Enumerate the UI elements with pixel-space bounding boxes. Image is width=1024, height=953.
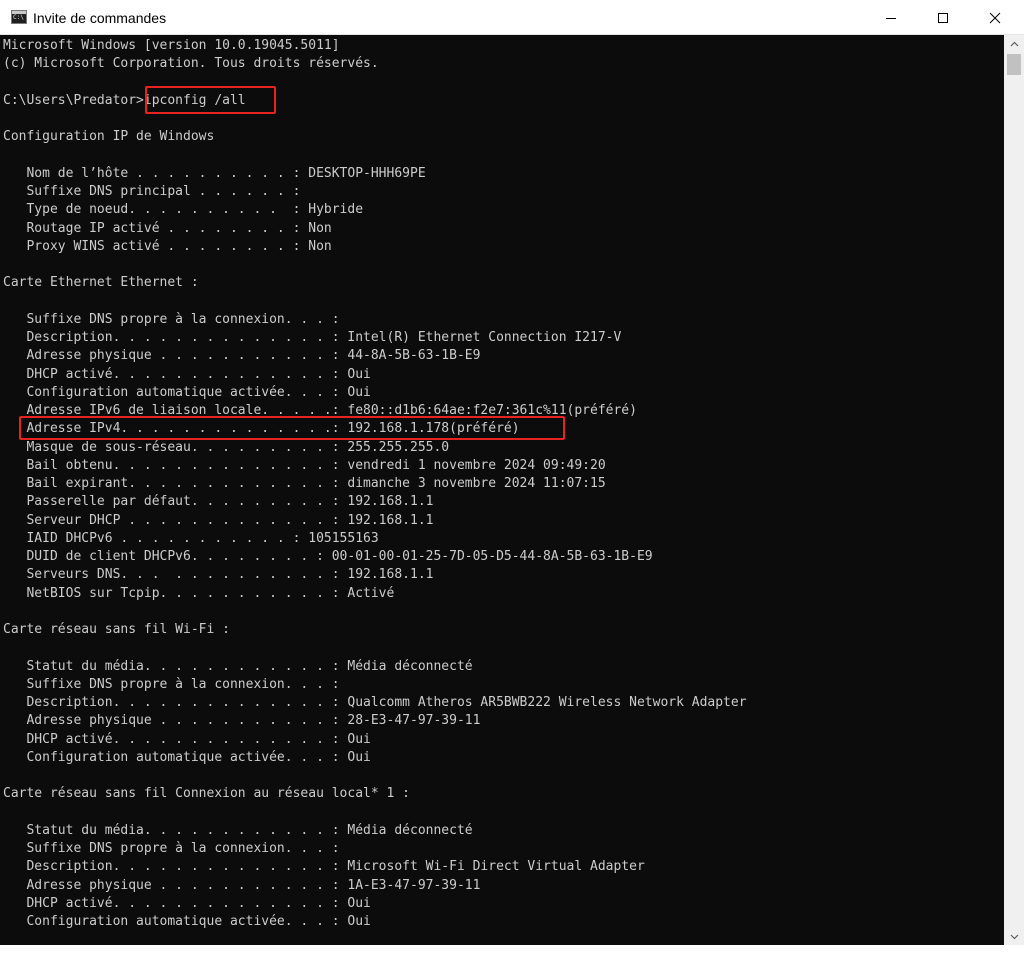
terminal-line: Configuration IP de Windows bbox=[3, 129, 215, 145]
terminal-line: Serveur DHCP . . . . . . . . . . . . . :… bbox=[3, 512, 434, 528]
terminal-line: Description. . . . . . . . . . . . . . :… bbox=[3, 330, 622, 345]
command-prompt-window: Invite de commandes Microsoft Windows [v… bbox=[0, 0, 1024, 953]
terminal-line: Nom de l’hôte . . . . . . . . . . : DESK… bbox=[3, 165, 426, 181]
command-highlight-box bbox=[145, 86, 276, 114]
maximize-icon bbox=[938, 12, 948, 23]
terminal-line: Carte Ethernet Ethernet : bbox=[3, 275, 199, 291]
terminal-line: Suffixe DNS principal . . . . . . : bbox=[3, 184, 301, 199]
scroll-up-button[interactable] bbox=[1004, 35, 1024, 52]
close-button[interactable] bbox=[972, 0, 1018, 35]
terminal-line: Statut du média. . . . . . . . . . . . :… bbox=[3, 822, 473, 838]
terminal-line: Configuration automatique activée. . . :… bbox=[3, 384, 371, 400]
scroll-down-button[interactable] bbox=[1004, 928, 1024, 945]
terminal-line: Adresse physique . . . . . . . . . . . :… bbox=[3, 348, 481, 364]
minimize-button[interactable] bbox=[868, 0, 914, 35]
terminal-line: Description. . . . . . . . . . . . . . :… bbox=[3, 695, 747, 710]
terminal-line: DHCP activé. . . . . . . . . . . . . . :… bbox=[3, 366, 371, 382]
terminal-line: IAID DHCPv6 . . . . . . . . . . . : 1051… bbox=[3, 530, 379, 546]
terminal-line: Passerelle par défaut. . . . . . . . . :… bbox=[3, 494, 434, 510]
terminal-line: Proxy WINS activé . . . . . . . . : Non bbox=[3, 238, 332, 254]
ipv4-highlight-box bbox=[19, 416, 565, 440]
terminal-line: Suffixe DNS propre à la connexion. . . : bbox=[3, 841, 340, 856]
terminal-line: Suffixe DNS propre à la connexion. . . : bbox=[3, 676, 340, 692]
vertical-scrollbar[interactable] bbox=[1004, 35, 1024, 945]
terminal-line: Adresse physique . . . . . . . . . . . :… bbox=[3, 877, 481, 893]
terminal-line: DHCP activé. . . . . . . . . . . . . . :… bbox=[3, 895, 371, 911]
terminal-line: Description. . . . . . . . . . . . . . :… bbox=[3, 859, 645, 875]
terminal-line: Microsoft Windows [version 10.0.19045.50… bbox=[3, 38, 340, 53]
terminal-line: Configuration automatique activée. . . :… bbox=[3, 914, 371, 929]
terminal-line: Serveurs DNS. . . . . . . . . . . . . : … bbox=[3, 567, 434, 583]
terminal-line: (c) Microsoft Corporation. Tous droits r… bbox=[3, 56, 379, 72]
minimize-icon bbox=[886, 17, 896, 19]
terminal-line: Masque de sous-réseau. . . . . . . . . :… bbox=[3, 439, 450, 455]
window-title: Invite de commandes bbox=[33, 10, 167, 26]
terminal-line: Configuration automatique activée. . . :… bbox=[3, 749, 371, 765]
terminal-line: Carte réseau sans fil Wi-Fi : bbox=[3, 622, 230, 637]
terminal-line: DHCP activé. . . . . . . . . . . . . . :… bbox=[3, 731, 371, 747]
terminal-line: Carte réseau sans fil Connexion au résea… bbox=[3, 786, 410, 802]
maximize-button[interactable] bbox=[920, 0, 966, 35]
terminal-line: Routage IP activé . . . . . . . . : Non bbox=[3, 220, 332, 236]
title-bar[interactable]: Invite de commandes bbox=[0, 0, 1024, 35]
terminal-line: DUID de client DHCPv6. . . . . . . . : 0… bbox=[3, 549, 653, 564]
cmd-icon bbox=[11, 10, 27, 24]
terminal-line: Bail obtenu. . . . . . . . . . . . . . :… bbox=[3, 457, 606, 473]
window-bottom-border bbox=[0, 945, 1024, 953]
chevron-up-icon bbox=[1010, 41, 1018, 46]
terminal-line: Adresse physique . . . . . . . . . . . :… bbox=[3, 713, 481, 729]
terminal-output[interactable]: Microsoft Windows [version 10.0.19045.50… bbox=[0, 35, 1004, 945]
scrollbar-thumb[interactable] bbox=[1007, 54, 1021, 75]
close-icon bbox=[989, 12, 1001, 23]
chevron-down-icon bbox=[1010, 934, 1018, 939]
terminal-line: Type de noeud. . . . . . . . . . : Hybri… bbox=[3, 202, 364, 218]
terminal-line: Suffixe DNS propre à la connexion. . . : bbox=[3, 311, 340, 327]
terminal-line: Statut du média. . . . . . . . . . . . :… bbox=[3, 658, 473, 674]
terminal-line: NetBIOS sur Tcpip. . . . . . . . . . . :… bbox=[3, 585, 395, 601]
terminal-line: Bail expirant. . . . . . . . . . . . . :… bbox=[3, 476, 606, 491]
